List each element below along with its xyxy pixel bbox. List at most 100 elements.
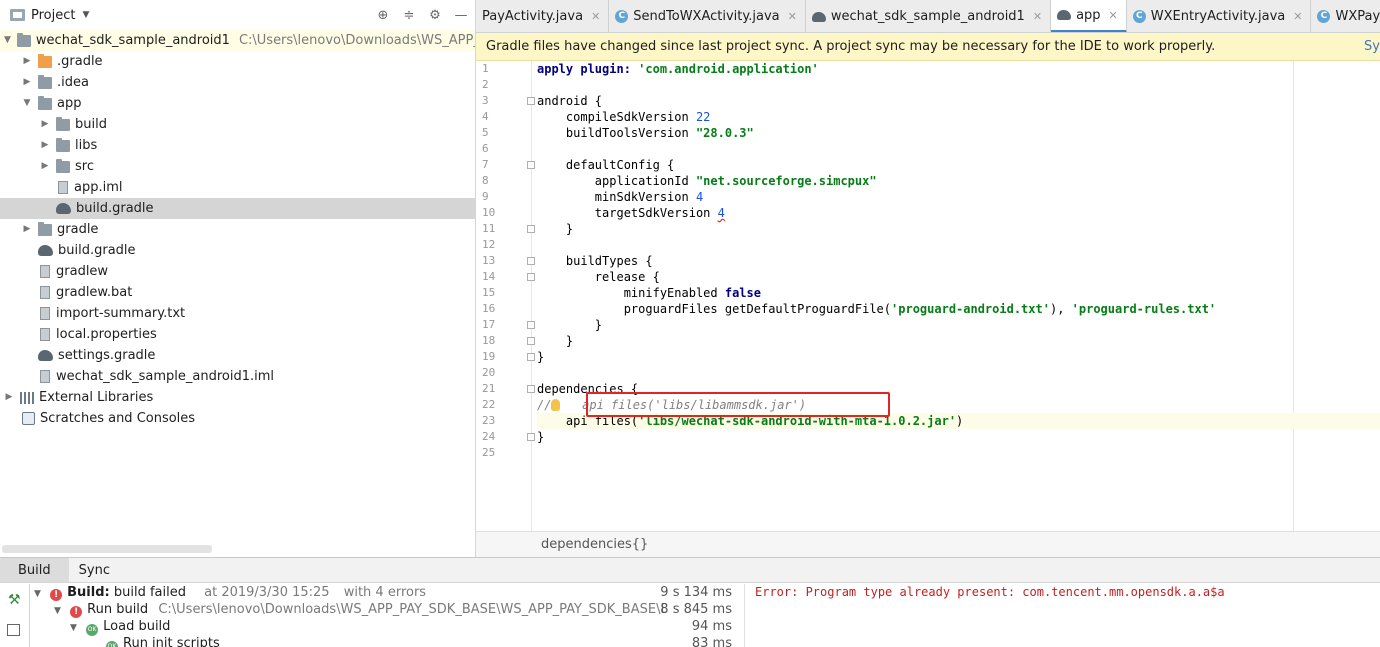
project-view-selector[interactable]: Project — [31, 8, 75, 23]
toggle-view-icon[interactable] — [7, 624, 20, 636]
close-icon[interactable]: ✕ — [591, 10, 600, 23]
code-number: 22 — [695, 110, 711, 124]
code-line: } — [537, 222, 574, 236]
tree-item-src[interactable]: ▶ src — [0, 156, 475, 177]
tab-label: app — [1076, 7, 1101, 23]
expand-arrow-icon[interactable]: ▼ — [22, 93, 32, 114]
build-row[interactable]: ▼ OK Load build 94 ms — [30, 618, 736, 636]
tree-item-label: gradle — [57, 222, 99, 237]
tab-send-to-wx-activity[interactable]: C SendToWXActivity.java ✕ — [609, 0, 806, 32]
tree-item-gradle[interactable]: ▶ gradle — [0, 219, 475, 240]
tab-label: SendToWXActivity.java — [633, 9, 780, 24]
expand-arrow-icon[interactable]: ▶ — [4, 387, 14, 408]
tree-root[interactable]: ▼ wechat_sdk_sample_android1 C:\Users\le… — [0, 30, 475, 51]
build-pane-divider[interactable] — [744, 584, 745, 647]
minimize-icon[interactable]: — — [453, 7, 469, 23]
code-editor[interactable]: 1 2 3 4 5 6 7 8 9 10 11 12 13 14 15 16 1… — [476, 61, 1380, 531]
build-row[interactable]: ▼ ! Run build C:\Users\lenovo\Downloads\W… — [30, 601, 736, 618]
gear-icon[interactable]: ⚙ — [427, 7, 443, 23]
tree-item-project-iml[interactable]: wechat_sdk_sample_android1.iml — [0, 366, 475, 387]
line-number: 13 — [482, 254, 496, 267]
close-icon[interactable]: ✕ — [1109, 9, 1118, 22]
success-icon: OK — [106, 641, 118, 647]
code-text: ), — [1049, 302, 1072, 316]
code-string: 'com.android.application' — [638, 62, 819, 76]
tab-pay-activity[interactable]: PayActivity.java ✕ — [476, 0, 610, 32]
expand-arrow-icon[interactable]: ▶ — [40, 114, 50, 135]
folder-icon — [56, 158, 70, 173]
code-line: apply plugin: 'com.android.application' — [537, 61, 1380, 77]
tree-item-label: .gradle — [57, 54, 103, 69]
tree-item-settings-gradle[interactable]: settings.gradle — [0, 345, 475, 366]
build-duration: 83 ms — [691, 636, 732, 647]
line-number: 9 — [482, 190, 489, 203]
build-row[interactable]: ▼ ! Build: build failed at 2019/3/30 15:2… — [30, 584, 736, 601]
tab-wx-entry-activity[interactable]: C WXEntryActivity.java ✕ — [1127, 0, 1312, 32]
tree-item-app-iml[interactable]: app.iml — [0, 177, 475, 198]
tree-item-external-libraries[interactable]: ▶ External Libraries — [0, 387, 475, 408]
close-icon[interactable]: ✕ — [1033, 10, 1042, 23]
tree-item-local-properties[interactable]: local.properties — [0, 324, 475, 345]
line-number: 25 — [482, 446, 496, 459]
code-number: 4 — [695, 190, 704, 204]
tab-project-gradle[interactable]: wechat_sdk_sample_android1 ✕ — [806, 0, 1052, 32]
build-step-label: Run init scripts — [123, 636, 220, 647]
library-icon — [20, 391, 34, 404]
breadcrumb-item[interactable]: dependencies{} — [541, 537, 648, 552]
text-file-icon — [40, 307, 50, 320]
build-row[interactable]: OK Run init scripts 83 ms — [30, 635, 736, 647]
expand-arrow-icon[interactable]: ▶ — [40, 156, 50, 177]
crosshair-icon[interactable]: ⊕ — [375, 7, 391, 23]
close-icon[interactable]: ✕ — [1293, 10, 1302, 23]
code-text: compileSdkVersion — [537, 110, 696, 124]
build-step-label: Run build — [87, 602, 149, 617]
gradle-icon — [38, 245, 53, 256]
tab-sync[interactable]: Sync — [69, 558, 120, 582]
folder-icon — [56, 137, 70, 152]
tree-item-libs[interactable]: ▶ libs — [0, 135, 475, 156]
tree-item-gradlew-bat[interactable]: gradlew.bat — [0, 282, 475, 303]
tab-wx-pay-entry-activity[interactable]: C WXPayEntryActivity.java — [1311, 0, 1380, 32]
folder-icon — [38, 221, 52, 236]
tab-app-gradle[interactable]: app ✕ — [1051, 0, 1127, 32]
tree-item-app[interactable]: ▼ app — [0, 93, 475, 114]
build-step-label: Load build — [103, 619, 171, 634]
project-tree: ▼ wechat_sdk_sample_android1 C:\Users\le… — [0, 30, 475, 429]
horizontal-scrollbar[interactable] — [2, 545, 212, 553]
tree-item-label: External Libraries — [39, 390, 154, 405]
collapse-icon[interactable]: ≑ — [401, 7, 417, 23]
tree-item-label: app.iml — [74, 180, 123, 195]
build-timestamp: at 2019/3/30 15:25 — [204, 585, 330, 600]
tree-item-root-build-gradle[interactable]: build.gradle — [0, 240, 475, 261]
tree-item-idea[interactable]: ▶ .idea — [0, 72, 475, 93]
tree-item-import-summary[interactable]: import-summary.txt — [0, 303, 475, 324]
tree-item-scratches[interactable]: Scratches and Consoles — [0, 408, 475, 429]
tab-label: WXEntryActivity.java — [1150, 9, 1286, 24]
tree-item-gradlew[interactable]: gradlew — [0, 261, 475, 282]
sync-now-link[interactable]: Sy — [1364, 39, 1380, 54]
tree-item-label: gradlew.bat — [56, 285, 133, 300]
expand-arrow-icon[interactable]: ▶ — [40, 135, 50, 156]
tree-item-gradle-dir[interactable]: ▶ .gradle — [0, 51, 475, 72]
expand-arrow-icon[interactable]: ▶ — [22, 219, 32, 240]
code-line: } — [537, 318, 603, 332]
tree-item-app-build-gradle[interactable]: build.gradle — [0, 198, 475, 219]
expand-arrow-icon[interactable]: ▼ — [4, 30, 11, 51]
code-line: compileSdkVersion 22 — [537, 109, 1380, 125]
build-tree: ▼ ! Build: build failed at 2019/3/30 15:2… — [30, 584, 736, 647]
expand-arrow-icon[interactable]: ▶ — [22, 51, 32, 72]
chevron-down-icon[interactable]: ▼ — [82, 10, 89, 20]
tab-build[interactable]: Build — [0, 558, 69, 582]
line-number: 16 — [482, 302, 496, 315]
tree-item-build[interactable]: ▶ build — [0, 114, 475, 135]
expand-arrow-icon[interactable]: ▶ — [22, 72, 32, 93]
java-class-icon: C — [1317, 10, 1331, 23]
line-number: 10 — [482, 206, 496, 219]
hammer-icon[interactable]: ⚒ — [8, 592, 21, 608]
tree-item-label: app — [57, 96, 82, 111]
build-status-label: Build: — [67, 585, 110, 600]
build-error-output: Error: Program type already present: com… — [755, 585, 1225, 599]
code-area[interactable]: apply plugin: 'com.android.application' … — [532, 61, 1380, 531]
code-line: } — [537, 334, 574, 348]
close-icon[interactable]: ✕ — [788, 10, 797, 23]
